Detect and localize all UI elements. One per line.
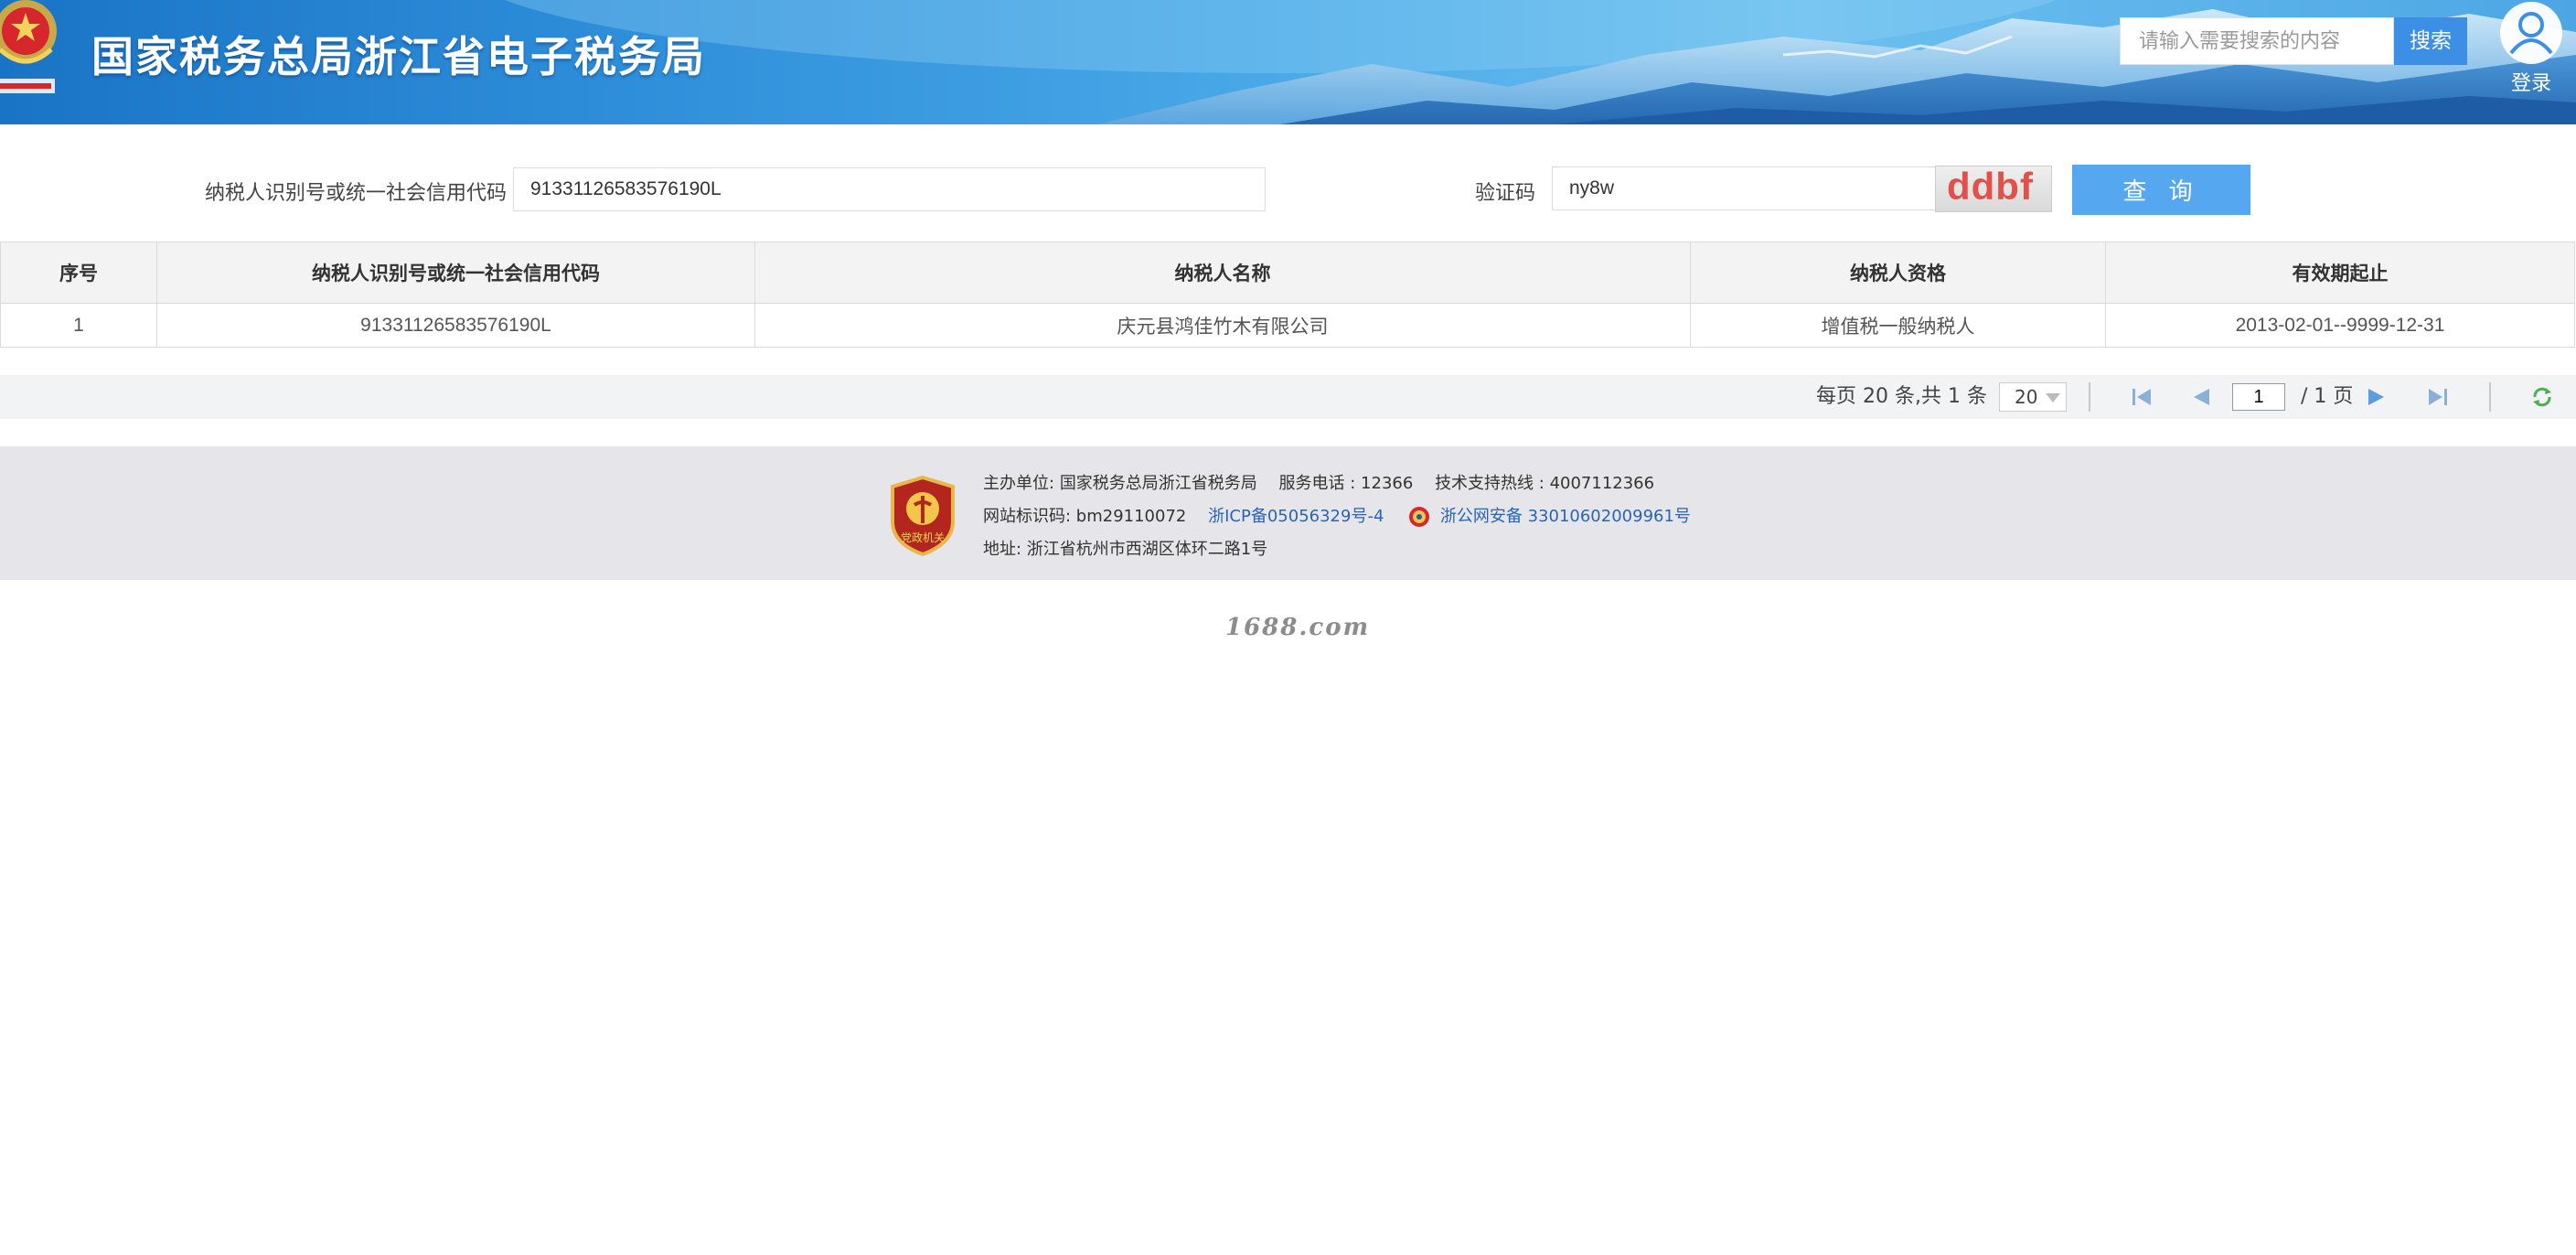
taxpayer-id-input[interactable] <box>513 167 1266 211</box>
page-summary: 每页 20 条,共 1 条 <box>1816 385 1987 408</box>
footer-host-label: 主办单位: <box>983 474 1055 493</box>
footer-address: 地址: 浙江省杭州市西湖区体环二路1号 <box>983 540 1268 559</box>
chevron-down-icon <box>2046 393 2060 402</box>
col-header-validity: 有效期起止 <box>2105 241 2575 304</box>
col-header-qualification: 纳税人资格 <box>1690 241 2106 304</box>
previous-page-icon[interactable] <box>2191 387 2211 407</box>
site-footer: 党政机关 主办单位: 国家税务总局浙江省税务局 服务电话 : 12366 技术支… <box>0 446 2576 580</box>
current-page-input[interactable] <box>2232 383 2285 411</box>
user-avatar-icon <box>2500 2 2562 64</box>
table-header-row: 序号 纳税人识别号或统一社会信用代码 纳税人名称 纳税人资格 有效期起止 <box>0 241 2575 304</box>
refresh-icon[interactable] <box>2531 386 2553 408</box>
login-label: 登录 <box>2510 72 2551 95</box>
site-search-button[interactable]: 搜索 <box>2394 17 2467 65</box>
footer-service-phone: 服务电话 : 12366 <box>1278 474 1414 493</box>
site-search-input[interactable] <box>2120 17 2394 65</box>
icp-link[interactable]: 浙ICP备05056329号-4 <box>1208 507 1384 526</box>
pager-divider-2 <box>2489 382 2491 412</box>
site-title: 国家税务总局浙江省电子税务局 <box>91 32 706 81</box>
cell-taxpayer-id: 91331126583576190L <box>156 303 755 348</box>
page-size-value: 20 <box>2015 386 2038 408</box>
first-page-icon[interactable] <box>2131 387 2153 407</box>
captcha-input[interactable] <box>1552 166 1936 210</box>
footer-line-host: 主办单位: 国家税务总局浙江省税务局 服务电话 : 12366 技术支持热线 :… <box>983 470 1654 494</box>
col-header-taxpayer-name: 纳税人名称 <box>754 241 1691 304</box>
login-button[interactable]: 登录 <box>2495 0 2568 96</box>
tax-emblem-icon <box>0 0 57 93</box>
footer-site-id: 网站标识码: bm29110072 <box>983 507 1187 526</box>
captcha-image[interactable]: ddbf <box>1935 166 2052 212</box>
results-table: 序号 纳税人识别号或统一社会信用代码 纳税人名称 纳税人资格 有效期起止 1 9… <box>0 241 2575 348</box>
taxpayer-id-label: 纳税人识别号或统一社会信用代码 <box>205 182 508 205</box>
police-record-link[interactable]: 浙公网安备 33010602009961号 <box>1440 507 1691 526</box>
site-header: 国家税务总局浙江省电子税务局 搜索 登录 <box>0 0 2576 124</box>
captcha-image-text: ddbf <box>1947 166 2034 208</box>
query-button[interactable]: 查 询 <box>2072 165 2250 215</box>
footer-support-hotline: 技术支持热线 : 4007112366 <box>1435 474 1655 493</box>
pager-divider <box>2089 382 2090 412</box>
footer-line-registration: 网站标识码: bm29110072 浙ICP备05056329号-4 浙公网安备… <box>983 503 1691 529</box>
total-pages: / 1 页 <box>2301 385 2354 408</box>
cell-index: 1 <box>0 303 157 348</box>
col-header-taxpayer-id: 纳税人识别号或统一社会信用代码 <box>156 241 755 304</box>
cell-qualification: 增值税一般纳税人 <box>1690 303 2106 348</box>
cell-taxpayer-name: 庆元县鸿佳竹木有限公司 <box>754 303 1691 348</box>
watermark: 1688.com <box>1225 614 1371 641</box>
col-header-index: 序号 <box>0 241 157 304</box>
cell-validity: 2013-02-01--9999-12-31 <box>2105 303 2575 348</box>
government-badge-icon[interactable]: 党政机关 <box>889 476 957 556</box>
table-row[interactable]: 1 91331126583576190L 庆元县鸿佳竹木有限公司 增值税一般纳税… <box>0 303 2575 348</box>
captcha-label: 验证码 <box>1475 182 1536 205</box>
pagination-bar: 每页 20 条,共 1 条 20 / 1 页 <box>0 375 2576 419</box>
badge-text: 党政机关 <box>901 531 945 544</box>
last-page-icon[interactable] <box>2427 387 2449 407</box>
page-size-select[interactable]: 20 <box>1999 382 2067 412</box>
police-badge-icon <box>1409 507 1430 527</box>
next-page-icon[interactable] <box>2367 387 2387 407</box>
footer-host: 国家税务总局浙江省税务局 <box>1059 474 1257 493</box>
